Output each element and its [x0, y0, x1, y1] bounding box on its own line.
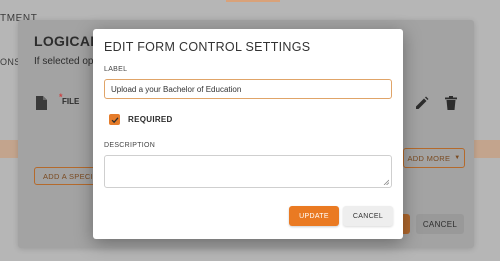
dialog-title: EDIT FORM CONTROL SETTINGS	[104, 40, 311, 54]
add-more-label: ADD MORE	[407, 153, 451, 163]
required-label: REQUIRED	[128, 115, 173, 124]
add-more-button[interactable]: ADD MORE ▼	[403, 148, 465, 168]
edit-icon[interactable]	[415, 96, 429, 110]
required-checkbox[interactable]	[109, 114, 120, 125]
card-subtitle: If selected op	[34, 56, 94, 67]
description-field-label: DESCRIPTION	[104, 142, 156, 149]
file-label-text: FILE	[62, 97, 80, 106]
top-accent-bar	[226, 0, 280, 2]
update-button[interactable]: UPDATE	[289, 206, 339, 226]
file-icon	[36, 96, 47, 110]
check-icon	[111, 116, 118, 123]
edit-form-control-dialog: EDIT FORM CONTROL SETTINGS LABEL REQUIRE…	[93, 29, 403, 239]
label-input[interactable]	[104, 79, 392, 99]
chevron-down-icon: ▼	[454, 155, 461, 161]
cancel-label: CANCEL	[352, 212, 384, 220]
label-field-label: LABEL	[104, 66, 128, 73]
description-textarea[interactable]	[104, 155, 392, 188]
required-marker: *	[59, 92, 63, 102]
file-field-label: * FILE	[59, 92, 80, 106]
background-cancel-label: CANCEL	[422, 219, 458, 229]
background-cancel-button[interactable]: CANCEL	[416, 214, 464, 234]
cancel-button[interactable]: CANCEL	[343, 206, 393, 226]
resize-grip-icon[interactable]	[383, 179, 389, 185]
delete-icon[interactable]	[445, 96, 457, 110]
update-label: UPDATE	[299, 212, 329, 220]
required-checkbox-row[interactable]: REQUIRED	[109, 114, 173, 125]
